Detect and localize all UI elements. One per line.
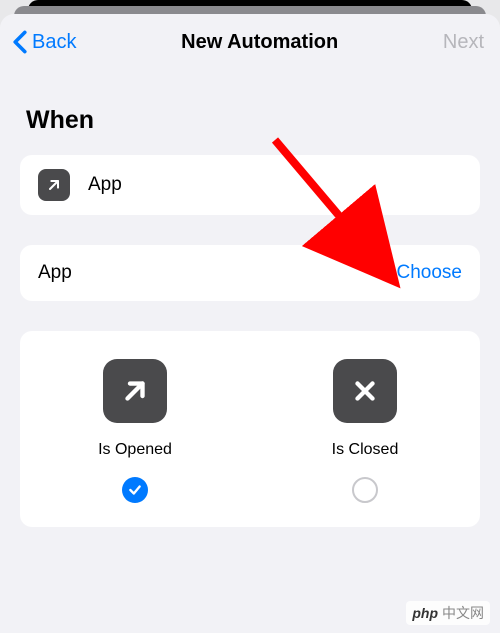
app-open-icon [38,169,70,201]
watermark-text: 中文网 [442,603,484,623]
modal-sheet: Back New Automation Next When App App Ch… [0,14,500,633]
option-closed-label: Is Closed [332,441,399,459]
option-opened-label: Is Opened [98,441,172,459]
chevron-left-icon [12,30,28,54]
nav-bar: Back New Automation Next [0,14,500,70]
open-icon [103,359,167,423]
trigger-row: App [20,155,480,215]
option-is-closed[interactable]: Is Closed [250,359,480,503]
app-choose-card: App Choose [20,245,480,301]
back-button[interactable]: Back [12,30,76,54]
watermark-brand: php [412,605,438,621]
watermark: php 中文网 [406,601,490,625]
radio-opened[interactable] [122,477,148,503]
option-is-opened[interactable]: Is Opened [20,359,250,503]
trigger-card: App [20,155,480,215]
page-title: New Automation [181,31,338,54]
next-button: Next [443,31,488,54]
choose-button[interactable]: Choose [397,262,463,284]
app-choose-label: App [38,262,397,284]
section-title: When [26,106,480,135]
radio-closed[interactable] [352,477,378,503]
options-card: Is Opened Is Closed [20,331,480,527]
close-icon [333,359,397,423]
trigger-label: App [88,174,462,196]
app-choose-row[interactable]: App Choose [20,245,480,301]
back-label: Back [32,31,76,54]
checkmark-icon [128,483,142,497]
content-area: When App App Choose Is Opened [0,70,500,535]
